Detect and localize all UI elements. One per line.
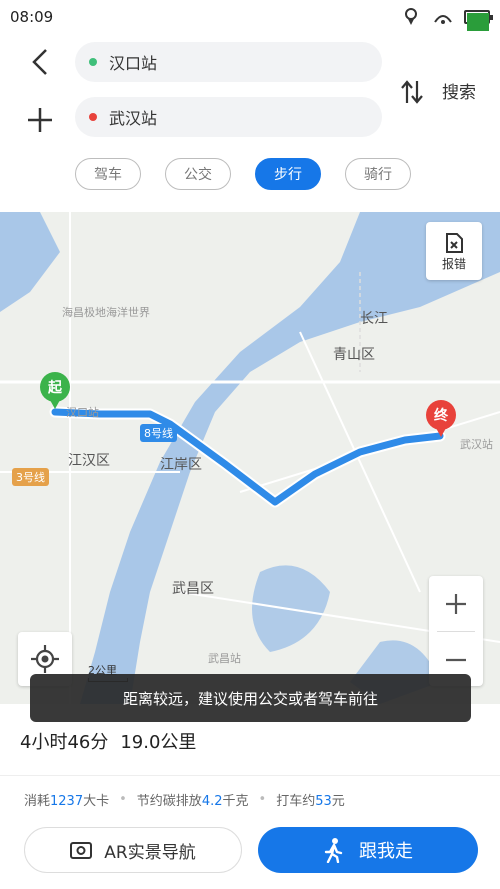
calories-stat: 消耗1237大卡 bbox=[24, 794, 110, 809]
summary-divider bbox=[0, 775, 500, 776]
map-label-qingshan: 青山区 bbox=[333, 347, 375, 363]
distance-value: 19.0公里 bbox=[120, 732, 197, 753]
notification-icon bbox=[432, 8, 454, 26]
map-label-jianghan: 江汉区 bbox=[68, 453, 110, 469]
destination-field[interactable]: 武汉站 bbox=[75, 97, 382, 137]
origin-dot bbox=[89, 58, 97, 66]
duration-value: 4小时46分 bbox=[20, 732, 109, 753]
stat-separator: • bbox=[258, 792, 267, 807]
tab-walk[interactable]: 步行 bbox=[255, 158, 321, 190]
tab-bike[interactable]: 骑行 bbox=[345, 158, 411, 190]
map-view[interactable]: 海昌极地海洋世界 汉口站 江汉区 江岸区 青山区 长江 武昌区 武汉站 武昌站 … bbox=[0, 212, 500, 704]
duration-row: 4小时46分 19.0公里 bbox=[20, 728, 196, 754]
report-error-button[interactable]: 报错 bbox=[426, 222, 482, 280]
back-button[interactable] bbox=[24, 46, 56, 78]
follow-me-button[interactable]: 跟我走 bbox=[258, 827, 478, 873]
start-pin: 起 bbox=[40, 372, 70, 409]
metro-line-3-tag: 3号线 bbox=[12, 468, 49, 486]
metro-line-8-tag: 8号线 bbox=[140, 424, 177, 442]
map-label-wuchang: 武昌区 bbox=[172, 581, 214, 597]
map-label-wuhan-station: 武汉站 bbox=[460, 438, 493, 451]
status-time: 08:09 bbox=[10, 8, 54, 26]
stats-row: 消耗1237大卡 • 节约碳排放4.2千克 • 打车约53元 bbox=[24, 790, 345, 809]
location-icon bbox=[400, 8, 422, 26]
follow-me-label: 跟我走 bbox=[359, 841, 413, 862]
destination-dot bbox=[89, 113, 97, 121]
walking-person-icon bbox=[324, 838, 343, 863]
battery-icon bbox=[464, 10, 493, 31]
tab-transit[interactable]: 公交 bbox=[165, 158, 231, 190]
tab-drive[interactable]: 驾车 bbox=[75, 158, 141, 190]
add-waypoint-button[interactable] bbox=[22, 102, 58, 138]
end-pin: 终 bbox=[426, 400, 456, 437]
search-button[interactable]: 搜索 bbox=[442, 78, 476, 103]
route-summary: 4小时46分 19.0公里 消耗1237大卡 • 节约碳排放4.2千克 • 打车… bbox=[0, 722, 500, 889]
report-icon bbox=[446, 232, 463, 253]
carbon-stat: 节约碳排放4.2千克 bbox=[136, 794, 249, 809]
status-icons bbox=[400, 8, 493, 31]
map-label-hailun: 海昌极地海洋世界 bbox=[62, 306, 150, 319]
report-label: 报错 bbox=[441, 256, 466, 271]
zoom-controls bbox=[429, 576, 483, 686]
ar-camera-icon bbox=[70, 842, 93, 859]
crosshair-icon bbox=[31, 645, 59, 673]
zoom-in-button[interactable] bbox=[429, 576, 483, 631]
status-bar: 08:09 bbox=[0, 0, 500, 34]
route-panel: 汉口站 武汉站 搜索 驾车 公交 步行 骑行 bbox=[0, 34, 500, 212]
stat-separator: • bbox=[119, 792, 127, 807]
map-label-wuchang-station: 武昌站 bbox=[208, 652, 241, 665]
ar-navigation-button[interactable]: AR实景导航 bbox=[24, 827, 242, 873]
destination-text: 武汉站 bbox=[109, 109, 158, 128]
map-label-hankou-station: 汉口站 bbox=[66, 406, 99, 419]
map-label-jiangan: 江岸区 bbox=[160, 457, 202, 473]
map-label-changjiang: 长江 bbox=[360, 311, 388, 327]
origin-field[interactable]: 汉口站 bbox=[75, 42, 382, 82]
distance-warning-toast: 距离较远，建议使用公交或者驾车前往 bbox=[30, 674, 471, 722]
chevron-left-icon bbox=[32, 49, 47, 75]
minus-icon bbox=[446, 658, 466, 661]
travel-mode-tabs: 驾车 公交 步行 骑行 bbox=[75, 158, 411, 190]
origin-text: 汉口站 bbox=[109, 54, 158, 73]
plus-icon bbox=[446, 593, 466, 614]
swap-icon bbox=[401, 80, 423, 104]
taxi-stat: 打车约53元 bbox=[276, 794, 345, 809]
swap-button[interactable] bbox=[398, 78, 426, 106]
plus-icon bbox=[28, 108, 52, 132]
ar-navigation-label: AR实景导航 bbox=[104, 842, 196, 863]
